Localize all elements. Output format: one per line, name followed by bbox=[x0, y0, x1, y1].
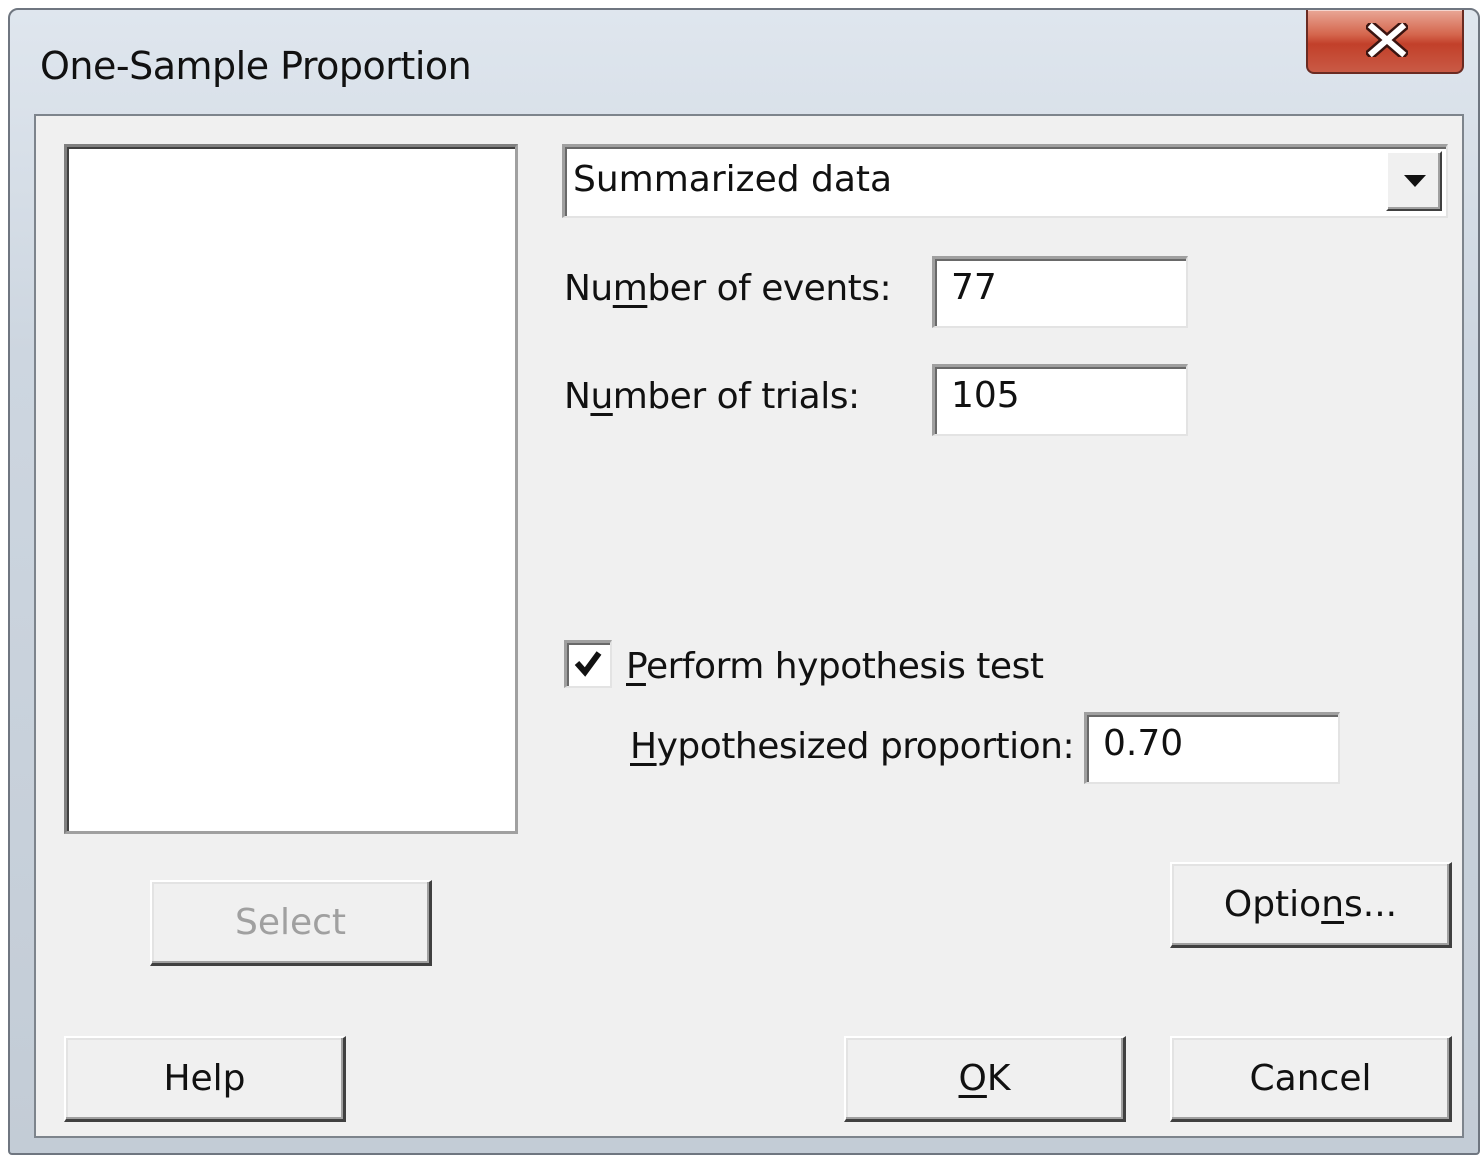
trials-input[interactable]: 105 bbox=[932, 364, 1188, 436]
data-source-value: Summarized data bbox=[573, 159, 893, 200]
data-source-dropdown[interactable]: Summarized data bbox=[562, 144, 1448, 218]
proportion-input[interactable]: 0.70 bbox=[1084, 712, 1340, 784]
hypothesis-checkbox[interactable] bbox=[564, 640, 612, 688]
help-button[interactable]: Help bbox=[64, 1036, 346, 1122]
proportion-label: Hypothesized proportion: bbox=[630, 726, 1075, 767]
dialog-window: One-Sample Proportion Select Summarized … bbox=[8, 8, 1480, 1155]
chevron-down-icon bbox=[1404, 175, 1426, 187]
options-button[interactable]: Optio n s... bbox=[1170, 862, 1452, 948]
variable-list[interactable] bbox=[64, 144, 518, 834]
checkmark-icon bbox=[574, 651, 602, 677]
events-input[interactable]: 77 bbox=[932, 256, 1188, 328]
dialog-body: Select Summarized data Number of events:… bbox=[34, 114, 1464, 1138]
close-button[interactable] bbox=[1306, 10, 1464, 74]
ok-button[interactable]: OK bbox=[844, 1036, 1126, 1122]
window-title: One-Sample Proportion bbox=[40, 44, 472, 88]
dropdown-button[interactable] bbox=[1386, 151, 1442, 211]
select-button[interactable]: Select bbox=[150, 880, 432, 966]
hypothesis-checkbox-label[interactable]: Perform hypothesis test bbox=[626, 646, 1044, 687]
trials-label: Number of trials: bbox=[564, 376, 860, 417]
events-label: Number of events: bbox=[564, 268, 892, 309]
cancel-button[interactable]: Cancel bbox=[1170, 1036, 1452, 1122]
title-bar[interactable]: One-Sample Proportion bbox=[10, 10, 1478, 114]
close-icon bbox=[1366, 23, 1408, 57]
